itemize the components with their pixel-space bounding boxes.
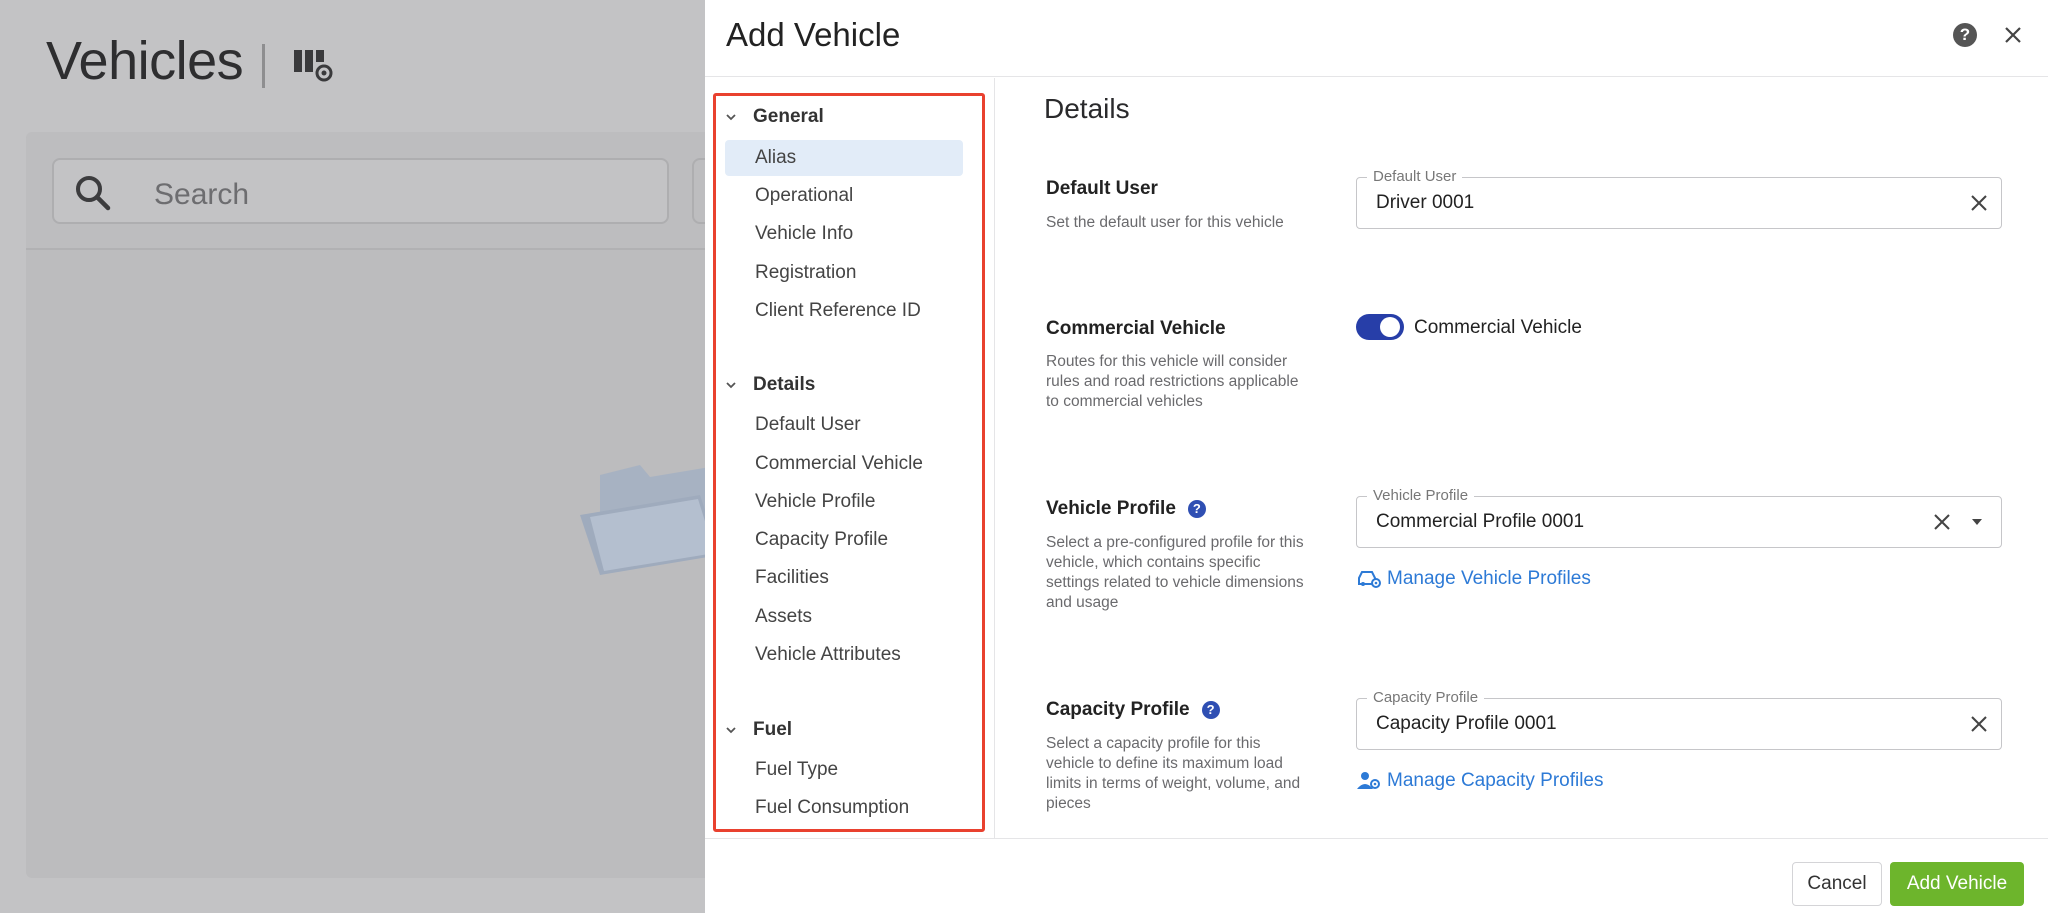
- nav-group-label: Fuel: [753, 719, 793, 740]
- clear-icon[interactable]: [1932, 512, 1952, 532]
- clear-icon[interactable]: [1969, 193, 1989, 213]
- capacity-profile-value: Capacity Profile 0001: [1376, 713, 1557, 734]
- vehicle-profile-label-text: Vehicle Profile: [1046, 498, 1176, 519]
- vehicle-profile-select[interactable]: Vehicle Profile Commercial Profile 0001: [1356, 487, 2002, 548]
- default-user-value: Driver 0001: [1376, 192, 1475, 213]
- manage-vehicle-profiles-link[interactable]: Manage Vehicle Profiles: [1357, 568, 1591, 590]
- nav-item-vehicle-info[interactable]: Vehicle Info: [725, 216, 963, 252]
- nav-item-vehicle-attributes[interactable]: Vehicle Attributes: [725, 637, 963, 673]
- nav-group-general[interactable]: General: [724, 106, 824, 128]
- nav-item-assets[interactable]: Assets: [725, 599, 963, 635]
- chevron-down-icon: [726, 114, 736, 121]
- empty-folder-illustration: [580, 465, 720, 575]
- background-page: Vehicles Search: [0, 0, 752, 913]
- question-icon[interactable]: ?: [1187, 500, 1206, 518]
- default-user-label: Default User: [1046, 178, 1158, 200]
- question-icon[interactable]: ?: [1201, 701, 1220, 719]
- chevron-down-icon: [726, 382, 736, 389]
- details-form: Details Default User Set the default use…: [996, 78, 2048, 838]
- commercial-vehicle-label-text: Commercial Vehicle: [1046, 318, 1226, 339]
- nav-item-commercial-vehicle[interactable]: Commercial Vehicle: [725, 446, 963, 482]
- manage-vehicle-profiles-text: Manage Vehicle Profiles: [1387, 568, 1591, 589]
- vehicle-profile-description: Select a pre-configured profile for this…: [1046, 534, 1304, 611]
- grid-settings-icon[interactable]: [294, 48, 334, 84]
- vehicles-card-header: Search: [26, 132, 752, 250]
- nav-item-client-reference-id[interactable]: Client Reference ID: [725, 293, 963, 329]
- search-icon: [76, 176, 111, 211]
- search-input[interactable]: Search: [52, 158, 669, 224]
- nav-item-vehicle-profile[interactable]: Vehicle Profile: [725, 484, 963, 520]
- add-vehicle-modal: Add Vehicle ? General Alias Operational …: [705, 0, 2048, 913]
- commercial-vehicle-toggle[interactable]: [1356, 314, 1404, 340]
- add-vehicle-button[interactable]: Add Vehicle: [1890, 862, 2024, 906]
- help-icon[interactable]: ?: [1953, 23, 1977, 47]
- clear-icon[interactable]: [1969, 714, 1989, 734]
- manage-capacity-profiles-text: Manage Capacity Profiles: [1387, 770, 1604, 791]
- default-user-field[interactable]: Default User Driver 0001: [1356, 168, 2002, 229]
- nav-item-default-user[interactable]: Default User: [725, 407, 963, 443]
- default-user-label-text: Default User: [1046, 178, 1158, 199]
- user-settings-icon: [1357, 772, 1380, 789]
- search-placeholder: Search: [154, 178, 250, 211]
- section-navigation: General Alias Operational Vehicle Info R…: [705, 78, 995, 838]
- default-user-legend: Default User: [1367, 168, 1463, 186]
- capacity-profile-description: Select a capacity profile for this vehic…: [1046, 735, 1301, 812]
- vehicle-settings-icon: [1358, 571, 1381, 588]
- vehicle-profile-legend: Vehicle Profile: [1367, 487, 1475, 505]
- modal-footer: Cancel Add Vehicle: [705, 838, 2048, 913]
- manage-capacity-profiles-link[interactable]: Manage Capacity Profiles: [1357, 770, 1604, 792]
- nav-item-fuel-type[interactable]: Fuel Type: [725, 752, 963, 788]
- nav-item-facilities[interactable]: Facilities: [725, 560, 963, 596]
- title-divider: [262, 44, 265, 88]
- nav-group-label: General: [753, 106, 824, 127]
- vehicle-profile-label: Vehicle Profile ?: [1046, 498, 1206, 520]
- modal-header: Add Vehicle ?: [705, 0, 2048, 77]
- page-title: Vehicles: [46, 31, 244, 91]
- nav-item-operational[interactable]: Operational: [725, 178, 963, 214]
- capacity-profile-label: Capacity Profile ?: [1046, 699, 1220, 721]
- section-title: Details: [1044, 93, 1130, 124]
- default-user-description: Set the default user for this vehicle: [1046, 214, 1284, 231]
- nav-item-capacity-profile[interactable]: Capacity Profile: [725, 522, 963, 558]
- caret-down-icon[interactable]: [1971, 517, 1983, 527]
- capacity-profile-select[interactable]: Capacity Profile Capacity Profile 0001: [1356, 689, 2002, 750]
- nav-group-label: Details: [753, 374, 816, 395]
- modal-title: Add Vehicle: [726, 16, 901, 53]
- chevron-down-icon: [726, 727, 736, 734]
- commercial-vehicle-label: Commercial Vehicle: [1046, 318, 1226, 340]
- nav-item-registration[interactable]: Registration: [725, 255, 963, 291]
- commercial-vehicle-description: Routes for this vehicle will consider ru…: [1046, 353, 1299, 410]
- cancel-button[interactable]: Cancel: [1792, 862, 1882, 906]
- nav-item-alias[interactable]: Alias: [725, 140, 963, 176]
- toggle-knob: [1380, 317, 1400, 337]
- nav-group-fuel[interactable]: Fuel: [724, 719, 792, 741]
- nav-item-fuel-consumption[interactable]: Fuel Consumption: [725, 790, 963, 826]
- capacity-profile-legend: Capacity Profile: [1367, 689, 1485, 707]
- close-icon[interactable]: [1998, 20, 2028, 50]
- capacity-profile-label-text: Capacity Profile: [1046, 699, 1190, 720]
- commercial-vehicle-toggle-label: Commercial Vehicle: [1414, 317, 1582, 338]
- vehicle-profile-value: Commercial Profile 0001: [1376, 511, 1585, 532]
- nav-group-details[interactable]: Details: [724, 374, 815, 396]
